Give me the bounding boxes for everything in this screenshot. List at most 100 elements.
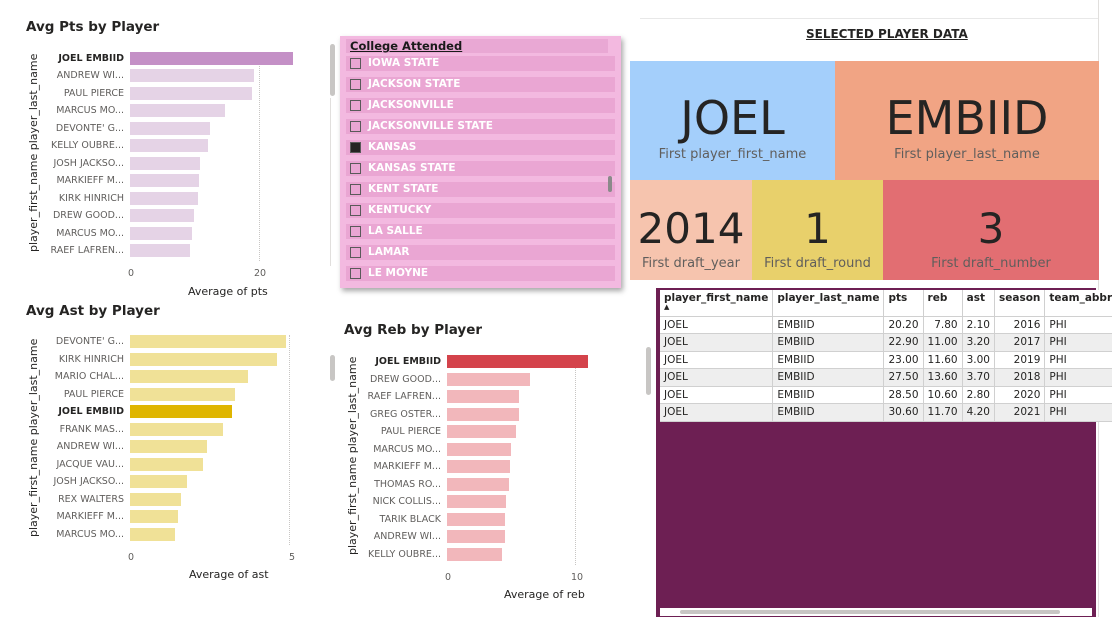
ast-bar[interactable] <box>130 405 233 418</box>
reb-category-label: TARIK BLACK <box>379 513 441 525</box>
checkbox[interactable] <box>350 100 361 111</box>
column-header[interactable]: player_last_name <box>772 290 885 317</box>
table-row[interactable]: JOEL EMBIID 22.90 11.00 3.20 2017 PHI <box>660 333 1112 352</box>
checkbox[interactable] <box>350 79 361 90</box>
reb-bar[interactable] <box>447 547 503 561</box>
ast-category-label: JACQUE VAU... <box>56 458 124 470</box>
checkbox[interactable] <box>350 205 361 216</box>
reb-bar[interactable] <box>447 390 519 403</box>
reb-scrollbar[interactable] <box>330 355 335 381</box>
checkbox[interactable] <box>350 58 361 69</box>
reb-bar[interactable] <box>447 355 589 368</box>
card-first-name[interactable]: JOEL First player_first_name <box>630 61 835 180</box>
reb-bar[interactable] <box>447 530 505 543</box>
pts-scrollbar[interactable] <box>330 44 335 96</box>
slicer-item[interactable]: LE MOYNE <box>346 266 615 281</box>
card-draft-round-value: 1 <box>804 204 831 253</box>
checkbox[interactable] <box>350 226 361 237</box>
player-data-table[interactable]: player_first_name ▲ player_last_name pts reb… <box>656 288 1112 617</box>
slicer-item[interactable]: IOWA STATE <box>346 56 615 71</box>
reb-bar[interactable] <box>447 477 509 491</box>
slicer-item[interactable]: KENTUCKY <box>346 203 615 218</box>
checkbox[interactable] <box>350 142 361 153</box>
pts-bar[interactable] <box>130 226 193 240</box>
column-header[interactable]: player_first_name ▲ <box>660 290 774 317</box>
slicer-item-label: KANSAS <box>368 141 417 153</box>
table-row[interactable]: JOEL EMBIID 30.60 11.70 4.20 2021 PHI <box>660 403 1112 422</box>
ast-bar[interactable] <box>130 370 249 383</box>
ast-bar[interactable] <box>130 492 182 506</box>
reb-bar[interactable] <box>447 442 512 456</box>
slicer-item[interactable]: JACKSON STATE <box>346 77 615 92</box>
slicer-item[interactable]: LA SALLE <box>346 224 615 239</box>
table-cell: 2021 <box>994 403 1046 422</box>
college-slicer[interactable]: College Attended IOWA STATE JACKSON STATE… <box>340 36 621 288</box>
reb-bar[interactable] <box>447 425 517 438</box>
ast-bar[interactable] <box>130 335 287 348</box>
pts-bar[interactable] <box>130 243 190 257</box>
ast-bar[interactable] <box>130 475 188 488</box>
slicer-item[interactable]: KANSAS STATE <box>346 161 615 176</box>
reb-bar[interactable] <box>447 512 505 526</box>
slicer-item[interactable]: KANSAS <box>346 140 615 155</box>
checkbox[interactable] <box>350 163 361 174</box>
pts-bar[interactable] <box>130 209 195 223</box>
card-last-name[interactable]: EMBIID First player_last_name <box>835 61 1099 180</box>
slicer-item[interactable]: KENT STATE <box>346 182 615 197</box>
table-row[interactable]: JOEL EMBIID 27.50 13.60 3.70 2018 PHI <box>660 368 1112 387</box>
ast-bar[interactable] <box>130 387 236 401</box>
checkbox[interactable] <box>350 184 361 195</box>
reb-bar[interactable] <box>447 495 507 508</box>
ast-bar[interactable] <box>130 440 207 453</box>
reb-bar[interactable] <box>447 407 519 421</box>
column-header[interactable]: ast <box>962 290 996 317</box>
ast-bar[interactable] <box>130 510 178 523</box>
page-scrollbar[interactable] <box>646 347 651 395</box>
pts-bar[interactable] <box>130 156 201 170</box>
checkbox[interactable] <box>350 247 361 258</box>
ast-bar[interactable] <box>130 527 175 541</box>
card-draft-year[interactable]: 2014 First draft_year <box>630 180 752 280</box>
ast-bar[interactable] <box>130 457 204 471</box>
ast-bar[interactable] <box>130 422 223 436</box>
column-header[interactable]: team_abbreviat <box>1044 290 1112 317</box>
ast-bar[interactable] <box>130 352 277 366</box>
table-row[interactable]: JOEL EMBIID 23.00 11.60 3.00 2019 PHI <box>660 351 1112 369</box>
pts-bar[interactable] <box>130 191 198 205</box>
pts-bar[interactable] <box>130 121 210 135</box>
reb-category-label: JOEL EMBIID <box>375 356 441 367</box>
table-cell: 23.00 <box>883 351 924 369</box>
pts-bar[interactable] <box>130 52 294 65</box>
header-line <box>640 18 1098 19</box>
table-cell: 3.20 <box>962 333 996 352</box>
slicer-scrollbar[interactable] <box>608 176 612 192</box>
pts-bar[interactable] <box>130 104 226 118</box>
pts-bar[interactable] <box>130 69 255 83</box>
reb-bar[interactable] <box>447 460 510 473</box>
pts-bar[interactable] <box>130 86 253 100</box>
column-header[interactable]: reb <box>923 290 963 317</box>
table-row[interactable]: JOEL EMBIID 28.50 10.60 2.80 2020 PHI <box>660 386 1112 404</box>
pts-bar[interactable] <box>130 139 209 153</box>
reb-chart-title: Avg Reb by Player <box>344 322 483 338</box>
avg-ast-chart[interactable]: Avg Ast by Player player_first_name play… <box>0 295 335 595</box>
checkbox[interactable] <box>350 121 361 132</box>
slicer-item[interactable]: JACKSONVILLE STATE <box>346 119 615 134</box>
avg-reb-chart[interactable]: Avg Reb by Player player_first_name play… <box>330 315 650 615</box>
slicer-item[interactable]: LAMAR <box>346 245 615 260</box>
card-draft-round[interactable]: 1 First draft_round <box>752 180 883 280</box>
slicer-item-label: KENTUCKY <box>368 204 432 216</box>
column-header[interactable]: season <box>994 290 1046 317</box>
avg-pts-chart[interactable]: Avg Pts by Player player_first_name play… <box>0 0 335 300</box>
table-cell: EMBIID <box>772 316 885 334</box>
column-header[interactable]: pts <box>883 290 924 317</box>
checkbox[interactable] <box>350 268 361 279</box>
table-cell: JOEL <box>660 386 774 404</box>
reb-bar[interactable] <box>447 372 531 386</box>
table-h-scrollbar[interactable] <box>660 608 1092 616</box>
table-h-scroll-thumb[interactable] <box>680 610 1060 614</box>
card-draft-number[interactable]: 3 First draft_number <box>883 180 1099 280</box>
slicer-item[interactable]: JACKSONVILLE <box>346 98 615 113</box>
table-row[interactable]: JOEL EMBIID 20.20 7.80 2.10 2016 PHI <box>660 316 1112 334</box>
pts-bar[interactable] <box>130 174 199 188</box>
